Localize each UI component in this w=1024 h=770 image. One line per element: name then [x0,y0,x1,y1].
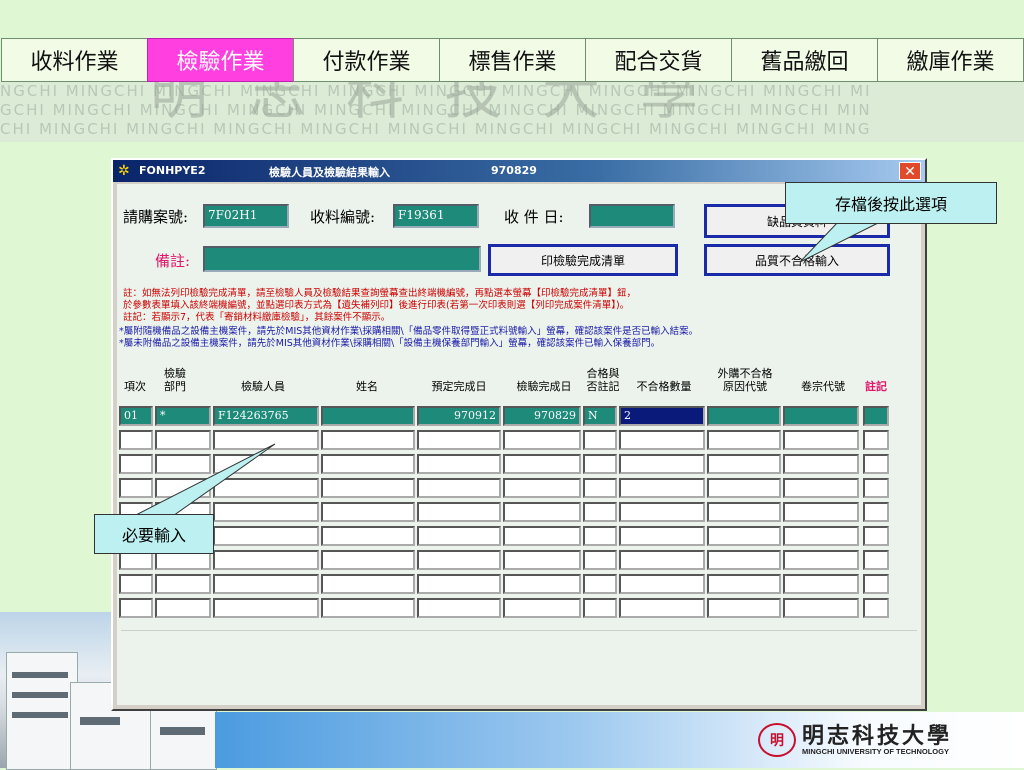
save-hint-callout: 存檔後按此選項 [785,182,997,224]
callout-pointers [129,221,881,519]
required-input-callout: 必要輸入 [94,514,214,554]
